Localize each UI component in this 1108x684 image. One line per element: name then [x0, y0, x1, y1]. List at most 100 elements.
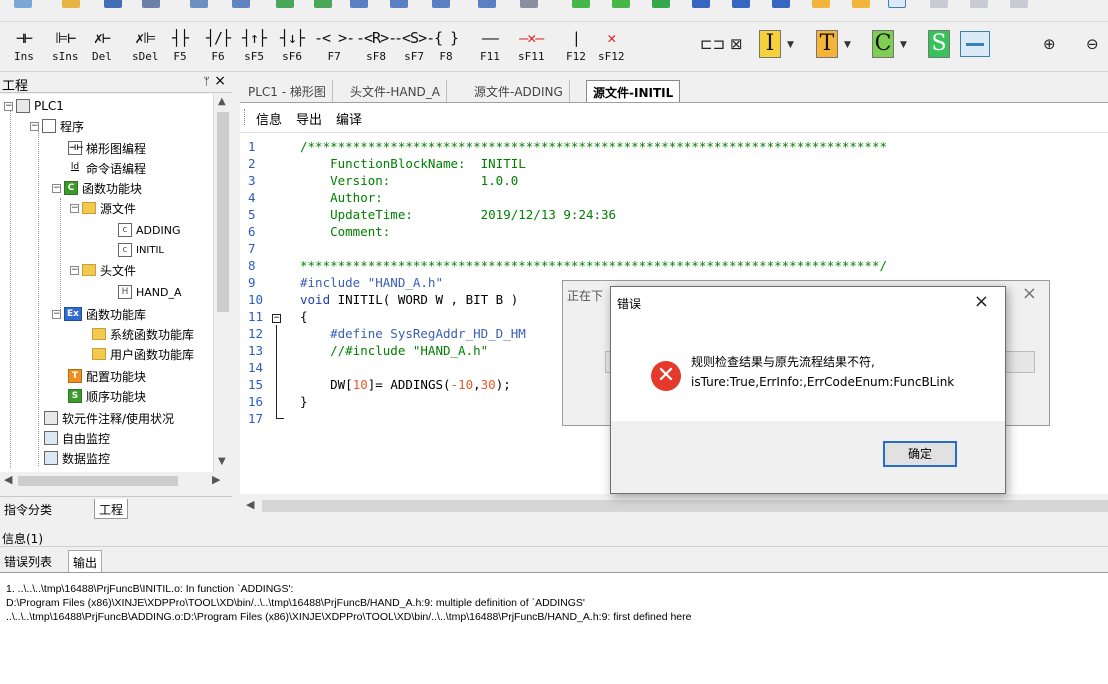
view-icon[interactable]: [888, 0, 906, 8]
cut-icon[interactable]: [142, 0, 160, 8]
table-icon[interactable]: ⊏⊐: [700, 35, 725, 53]
list-view-icon[interactable]: [432, 0, 450, 8]
scroll-thumb[interactable]: [262, 500, 1108, 512]
redo-icon[interactable]: [314, 0, 332, 8]
chevron-down-icon[interactable]: ▼: [787, 40, 794, 50]
ladder-button-f8[interactable]: { } F8: [434, 26, 459, 68]
zoom-in-icon[interactable]: ⊕: [1043, 35, 1056, 53]
ladder-button-f6[interactable]: ┤/├ F6: [206, 26, 231, 68]
editor-horizontal-scrollbar[interactable]: ◀: [240, 495, 1108, 517]
tab-output[interactable]: 输出: [68, 550, 103, 572]
tree-item-header-files[interactable]: − 头文件: [70, 260, 136, 280]
tab-error-list[interactable]: 错误列表: [0, 550, 56, 572]
tree-item-system-library[interactable]: 系统函数功能库: [92, 324, 194, 344]
tab-header-hand-a[interactable]: 头文件-HAND_A: [344, 80, 447, 102]
collapse-icon[interactable]: −: [52, 183, 61, 193]
check-icon[interactable]: [572, 0, 590, 8]
block-t-button[interactable]: T: [816, 30, 838, 58]
plc-run-icon[interactable]: [812, 0, 830, 8]
pin-icon[interactable]: ᛘ: [203, 75, 210, 88]
tab-project[interactable]: 工程: [94, 499, 129, 519]
block-c-button[interactable]: C: [872, 30, 894, 58]
view4-icon[interactable]: [1010, 0, 1028, 8]
tree-horizontal-scrollbar[interactable]: ◀ ▶: [0, 472, 232, 490]
paste-icon[interactable]: [232, 0, 250, 8]
block-i-button[interactable]: I: [759, 30, 781, 58]
close-icon[interactable]: ×: [974, 291, 989, 312]
tab-instruction-category[interactable]: 指令分类: [0, 499, 56, 519]
scroll-up-icon[interactable]: ▲: [218, 96, 226, 107]
close-icon[interactable]: ×: [1022, 283, 1037, 304]
tree-item-initil[interactable]: c INITIL: [118, 240, 164, 260]
ladder-button-ins[interactable]: ⊣⊢ Ins: [14, 26, 34, 68]
collapse-icon[interactable]: −: [70, 265, 79, 275]
tree-item-function-block[interactable]: − C 函数功能块: [52, 178, 142, 198]
ladder-button-del[interactable]: ✗⊢ Del: [92, 26, 112, 68]
monitor-toolbar-icon[interactable]: [772, 0, 790, 8]
menu-info[interactable]: 信息: [256, 109, 282, 128]
menu-compile[interactable]: 编译: [336, 109, 362, 128]
chevron-down-icon[interactable]: ▼: [900, 40, 907, 50]
tree-item-data-monitor[interactable]: 数据监控: [44, 448, 110, 468]
undo-icon[interactable]: [276, 0, 294, 8]
window-icon[interactable]: [390, 0, 408, 8]
tree-item-user-library[interactable]: 用户函数功能库: [92, 344, 194, 364]
scroll-left-icon[interactable]: ◀: [4, 473, 12, 486]
ladder-button-sf11[interactable]: —✕— sF11: [518, 26, 545, 68]
ladder-button-sins[interactable]: ⊫⊢ sIns: [52, 26, 79, 68]
tree-item-plc1[interactable]: − PLC1: [4, 96, 64, 116]
tree-item-function-library[interactable]: − Ex 函数功能库: [52, 304, 146, 324]
block-s-button[interactable]: S: [928, 30, 950, 58]
ladder-button-sf5[interactable]: ┤↑├ sF5: [242, 26, 267, 68]
open-folder-icon[interactable]: [62, 0, 80, 8]
save-icon[interactable]: [104, 0, 122, 8]
tab-source-adding[interactable]: 源文件-ADDING: [468, 80, 570, 102]
tree-vertical-scrollbar[interactable]: ▲ ▼: [214, 94, 232, 472]
tree-item-program[interactable]: − 程序: [30, 116, 84, 136]
ladder-button-f12[interactable]: | F12: [566, 26, 586, 68]
download-icon[interactable]: [732, 0, 750, 8]
menu-export[interactable]: 导出: [296, 109, 322, 128]
check2-icon[interactable]: [612, 0, 630, 8]
view3-icon[interactable]: [970, 0, 988, 8]
plc-stop-icon[interactable]: [852, 0, 870, 8]
ladder-button-sf6[interactable]: ┤↓├ sF6: [280, 26, 305, 68]
tab-plc1-ladder[interactable]: PLC1 - 梯形图: [242, 80, 333, 102]
ladder-button-f7[interactable]: -< >- F7: [314, 26, 355, 68]
view2-icon[interactable]: [930, 0, 948, 8]
copy-icon[interactable]: [190, 0, 208, 8]
ladder-button-f11[interactable]: —— F11: [480, 26, 500, 68]
line-insert-button[interactable]: [960, 31, 990, 57]
scroll-left-icon[interactable]: ◀: [246, 498, 254, 511]
new-file-icon[interactable]: [14, 0, 32, 8]
collapse-icon[interactable]: −: [52, 309, 61, 319]
scroll-thumb[interactable]: [18, 476, 178, 486]
tree-item-ladder[interactable]: ⊣⊢ 梯形图编程: [68, 138, 146, 158]
print-icon[interactable]: [478, 0, 496, 8]
tree-item-instruction[interactable]: ld 命令语编程: [68, 158, 146, 178]
scroll-down-icon[interactable]: ▼: [218, 456, 226, 467]
collapse-icon[interactable]: −: [70, 203, 79, 213]
ladder-button-sf8[interactable]: -<R>- sF8: [356, 26, 397, 68]
tab-source-initil[interactable]: 源文件-INITIL: [586, 80, 681, 102]
ladder-button-sf12[interactable]: ✕ sF12: [598, 26, 625, 68]
tree-item-config-block[interactable]: T 配置功能块: [68, 366, 146, 386]
tree-item-free-monitor[interactable]: 自由监控: [44, 428, 110, 448]
grid-icon[interactable]: [350, 0, 368, 8]
chevron-down-icon[interactable]: ▼: [844, 40, 851, 50]
run-icon[interactable]: [652, 0, 670, 8]
ladder-button-sdel[interactable]: ✗⊫ sDel: [132, 26, 159, 68]
zoom-out-icon[interactable]: ⊖: [1086, 35, 1099, 53]
collapse-icon[interactable]: −: [4, 101, 13, 111]
tree-item-hand-a[interactable]: H HAND_A: [118, 282, 182, 302]
tree-item-sequence-block[interactable]: S 顺序功能块: [68, 386, 146, 406]
output-log[interactable]: 1. ..\..\..\tmp\16488\PrjFuncB\INITIL.o:…: [0, 572, 1108, 684]
upload-icon[interactable]: [692, 0, 710, 8]
tree-item-comments[interactable]: 软元件注释/使用状况: [44, 408, 174, 428]
close-icon[interactable]: ×: [214, 73, 226, 89]
tree-item-source-files[interactable]: − 源文件: [70, 198, 136, 218]
scroll-thumb[interactable]: [217, 112, 229, 312]
collapse-icon[interactable]: −: [30, 121, 39, 131]
ok-button[interactable]: 确定: [883, 441, 957, 467]
tree-item-adding[interactable]: c ADDING: [118, 220, 180, 240]
